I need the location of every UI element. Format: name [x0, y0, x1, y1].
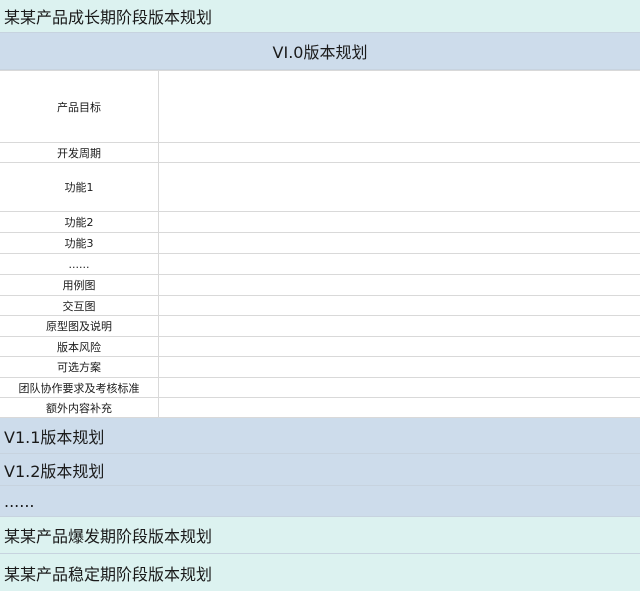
row-label-risk: 版本风险	[0, 336, 159, 357]
row-value-prototype[interactable]	[158, 315, 640, 337]
row-value-product-goal[interactable]	[158, 70, 640, 143]
more-versions-title: ......	[4, 491, 35, 511]
v10-header: VI.0版本规划	[0, 33, 640, 70]
row-label-feature-1: 功能1	[0, 162, 159, 212]
row-value-extra[interactable]	[158, 397, 640, 418]
table-row: 额外内容补充	[0, 397, 640, 418]
row-label-interaction: 交互图	[0, 295, 159, 316]
table-row: 可选方案	[0, 356, 640, 378]
v12-title: V1.2版本规划	[4, 461, 105, 481]
table-row: 原型图及说明	[0, 315, 640, 337]
row-value-options[interactable]	[158, 356, 640, 378]
table-row: 功能3	[0, 232, 640, 254]
row-value-ellipsis[interactable]	[158, 253, 640, 275]
row-label-prototype: 原型图及说明	[0, 315, 159, 337]
table-row: 产品目标	[0, 70, 640, 143]
table-row: 开发周期	[0, 142, 640, 163]
burst-stage-title: 某某产品爆发期阶段版本规划	[4, 527, 213, 546]
table-row: 版本风险	[0, 336, 640, 357]
v10-title: VI.0版本规划	[272, 43, 368, 62]
version-plan-sheet: 某某产品成长期阶段版本规划 VI.0版本规划 产品目标 开发周期 功能1 功能2…	[0, 0, 640, 593]
row-value-use-case[interactable]	[158, 274, 640, 296]
row-value-feature-1[interactable]	[158, 162, 640, 212]
stable-stage-header: 某某产品稳定期阶段版本规划	[0, 554, 640, 591]
row-value-dev-cycle[interactable]	[158, 142, 640, 163]
more-versions-header: ......	[0, 486, 640, 517]
burst-stage-header: 某某产品爆发期阶段版本规划	[0, 517, 640, 554]
v11-title: V1.1版本规划	[4, 427, 105, 447]
table-row: 功能1	[0, 162, 640, 212]
table-row: 交互图	[0, 295, 640, 316]
row-label-feature-3: 功能3	[0, 232, 159, 254]
table-row: 团队协作要求及考核标准	[0, 377, 640, 398]
row-value-interaction[interactable]	[158, 295, 640, 316]
row-label-dev-cycle: 开发周期	[0, 142, 159, 163]
row-label-ellipsis: ......	[0, 253, 159, 275]
row-value-team[interactable]	[158, 377, 640, 398]
stable-stage-title: 某某产品稳定期阶段版本规划	[4, 564, 213, 584]
table-row: ......	[0, 253, 640, 275]
v10-table: 产品目标 开发周期 功能1 功能2 功能3 ...... 用例图 交互图 原型图…	[0, 70, 640, 418]
row-value-feature-3[interactable]	[158, 232, 640, 254]
row-label-team: 团队协作要求及考核标准	[0, 377, 159, 398]
table-row: 用例图	[0, 274, 640, 296]
growth-stage-title: 某某产品成长期阶段版本规划	[4, 8, 213, 27]
row-value-risk[interactable]	[158, 336, 640, 357]
growth-stage-header: 某某产品成长期阶段版本规划	[0, 0, 640, 33]
row-label-product-goal: 产品目标	[0, 70, 159, 143]
row-label-use-case: 用例图	[0, 274, 159, 296]
row-label-options: 可选方案	[0, 356, 159, 378]
table-row: 功能2	[0, 211, 640, 233]
v12-header: V1.2版本规划	[0, 454, 640, 486]
row-label-feature-2: 功能2	[0, 211, 159, 233]
row-value-feature-2[interactable]	[158, 211, 640, 233]
v11-header: V1.1版本规划	[0, 418, 640, 454]
row-label-extra: 额外内容补充	[0, 397, 159, 418]
